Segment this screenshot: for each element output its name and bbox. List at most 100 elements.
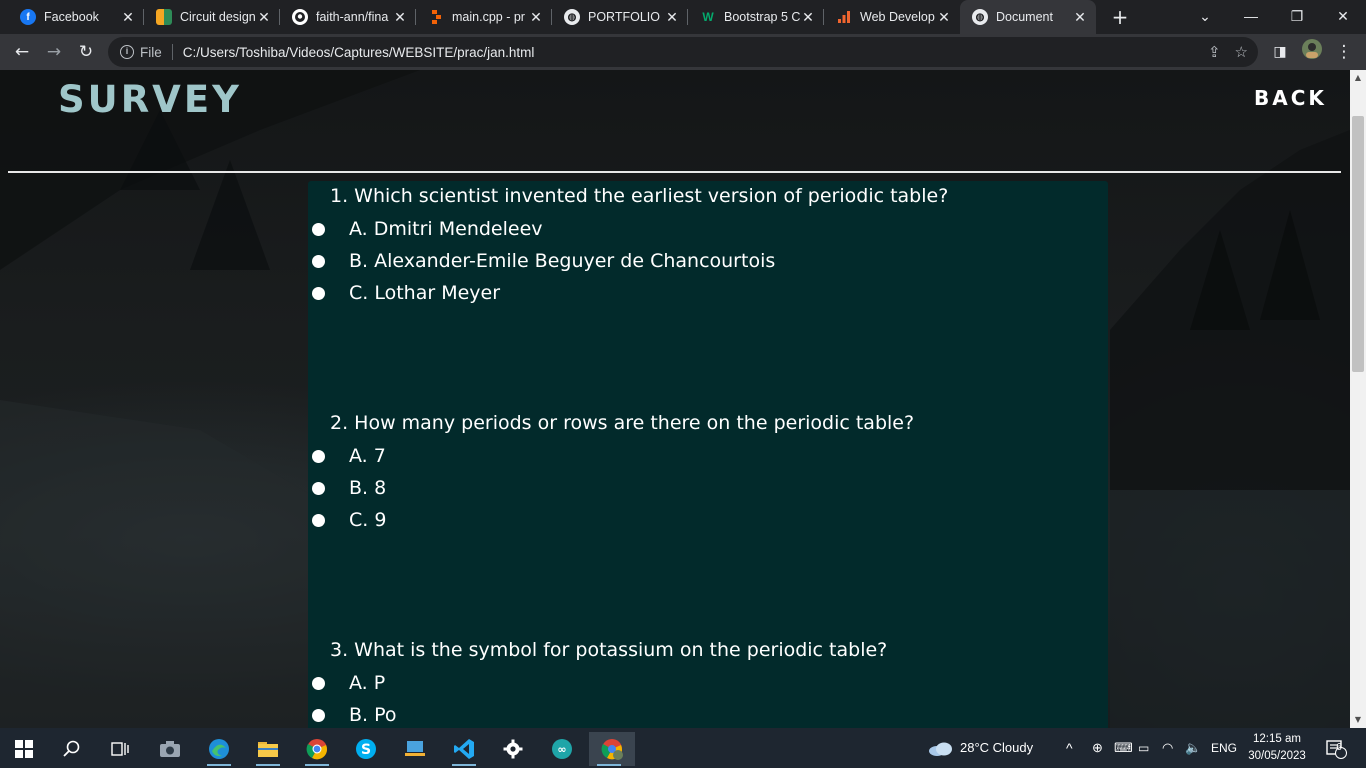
tab-title: Facebook [44,10,99,24]
tab-circuit-design[interactable]: Circuit design ✕ [144,0,280,34]
tab-bootstrap[interactable]: W Bootstrap 5 C ✕ [688,0,824,34]
close-icon[interactable]: ✕ [120,9,136,26]
question-2-option-a[interactable]: A. 7 [312,443,386,469]
bookmark-star-icon[interactable]: ☆ [1235,43,1248,61]
close-icon[interactable]: ✕ [664,9,680,26]
back-link[interactable]: BACK [1254,86,1327,110]
close-icon[interactable]: ✕ [256,9,272,26]
radio-button[interactable] [312,676,325,690]
minimize-button[interactable]: — [1228,0,1274,32]
radio-button[interactable] [312,449,325,463]
question-2-option-b[interactable]: B. 8 [312,475,386,501]
clock-time: 12:15 am [1253,733,1301,745]
file-explorer-icon[interactable] [248,732,288,766]
show-hidden-icons-chevron-icon[interactable]: ^ [1066,728,1073,768]
question-3-option-a[interactable]: A. P [312,670,385,696]
scheme-label: File [140,44,162,60]
tab-replit[interactable]: main.cpp - pr ✕ [416,0,552,34]
weather-text: 28°C Cloudy [960,740,1034,755]
weather-widget[interactable]: 28°C Cloudy [928,728,1033,768]
tab-document[interactable]: ◍ Document ✕ [960,0,1096,34]
question-2-option-c[interactable]: C. 9 [312,507,386,533]
camera-icon[interactable] [150,732,190,766]
chrome-profile-icon[interactable] [589,732,635,766]
scrollbar-thumb[interactable] [1352,116,1364,372]
search-icon[interactable] [52,732,92,766]
vscode-icon[interactable] [444,732,484,766]
info-icon[interactable]: i [120,45,134,59]
network-computer-icon[interactable] [395,732,435,766]
facebook-icon: f [20,9,36,25]
question-3-text: 3. What is the symbol for potassium on t… [330,639,888,661]
question-1-option-c[interactable]: C. Lothar Meyer [312,280,500,306]
tab-title: PORTFOLIO [588,10,661,24]
notifications-icon[interactable]: 6 [1322,728,1350,768]
github-icon [292,9,308,25]
question-1-option-a[interactable]: A. Dmitri Mendeleev [312,216,543,242]
close-icon[interactable]: ✕ [936,9,952,26]
tab-web-develop[interactable]: Web Develop ✕ [824,0,960,34]
close-icon[interactable]: ✕ [1072,9,1088,26]
browser-toolbar: ← → ↻ i File C:/Users/Toshiba/Videos/Cap… [0,34,1366,70]
back-arrow-icon[interactable]: ← [8,38,36,66]
tab-strip: f Facebook ✕ Circuit design ✕ faith-ann/… [0,0,1366,34]
forward-arrow-icon[interactable]: → [40,38,68,66]
tab-github[interactable]: faith-ann/fina ✕ [280,0,416,34]
windows-start-icon[interactable] [4,732,44,766]
close-icon[interactable]: ✕ [392,9,408,26]
option-label: B. Po [349,704,397,726]
onscreen-keyboard-icon[interactable]: ⌨ [1114,728,1133,768]
question-1-option-b[interactable]: B. Alexander-Emile Beguyer de Chancourto… [312,248,775,274]
task-view-icon[interactable] [100,732,140,766]
question-2-text: 2. How many periods or rows are there on… [330,412,915,434]
arduino-icon[interactable]: ∞ [542,732,582,766]
side-panel-icon[interactable]: ◨ [1266,38,1294,66]
url-text[interactable]: C:/Users/Toshiba/Videos/Captures/WEBSITE… [183,45,535,60]
language-indicator[interactable]: ENG [1211,728,1237,768]
tab-title: main.cpp - pr [452,10,525,24]
radio-button[interactable] [312,513,325,527]
tab-facebook[interactable]: f Facebook ✕ [8,0,144,34]
option-label: A. 7 [349,445,386,467]
skype-icon[interactable]: S [346,732,386,766]
question-3-option-b[interactable]: B. Po [312,702,397,728]
close-icon[interactable]: ✕ [800,9,816,26]
option-label: B. 8 [349,477,387,499]
tab-search-icon[interactable]: ⌄ [1182,0,1228,32]
tab-title: Document [996,10,1053,24]
option-label: C. 9 [349,509,387,531]
radio-button[interactable] [312,286,325,300]
question-1-text: 1. Which scientist invented the earliest… [330,185,949,207]
share-icon[interactable]: ⇪ [1208,43,1221,61]
header-divider [8,171,1341,173]
restore-button[interactable]: ❐ [1274,0,1320,32]
meet-now-icon[interactable]: ⊕ [1092,728,1103,768]
edge-browser-icon[interactable] [199,732,239,766]
option-label: A. P [349,672,386,694]
new-tab-button[interactable]: + [1108,4,1132,30]
address-bar[interactable]: i File C:/Users/Toshiba/Videos/Captures/… [108,37,1258,67]
radio-button[interactable] [312,708,325,722]
radio-button[interactable] [312,254,325,268]
svg-text:S: S [361,742,371,758]
reload-icon[interactable]: ↻ [72,38,100,66]
tab-title: Web Develop [860,10,935,24]
settings-gear-icon[interactable] [493,732,533,766]
radio-button[interactable] [312,481,325,495]
radio-button[interactable] [312,222,325,236]
site-logo[interactable]: SURVEY [58,78,242,121]
scroll-up-arrow-icon[interactable]: ▲ [1350,70,1366,86]
profile-avatar[interactable] [1298,38,1326,66]
battery-icon[interactable]: ▭ [1138,728,1149,768]
close-icon[interactable]: ✕ [528,9,544,26]
menu-kebab-icon[interactable]: ⋮ [1330,38,1358,66]
clock[interactable]: 12:15 am 30/05/2023 [1240,731,1314,765]
tab-portfolio[interactable]: ◍ PORTFOLIO ✕ [552,0,688,34]
volume-icon[interactable]: 🔈 [1185,728,1201,768]
wifi-icon[interactable]: ◠ [1162,728,1173,768]
notification-count-badge: 6 [1336,742,1342,753]
scroll-down-arrow-icon[interactable]: ▼ [1350,712,1366,728]
option-label: A. Dmitri Mendeleev [349,218,543,240]
chrome-icon[interactable] [297,732,337,766]
close-window-button[interactable]: ✕ [1320,0,1366,32]
